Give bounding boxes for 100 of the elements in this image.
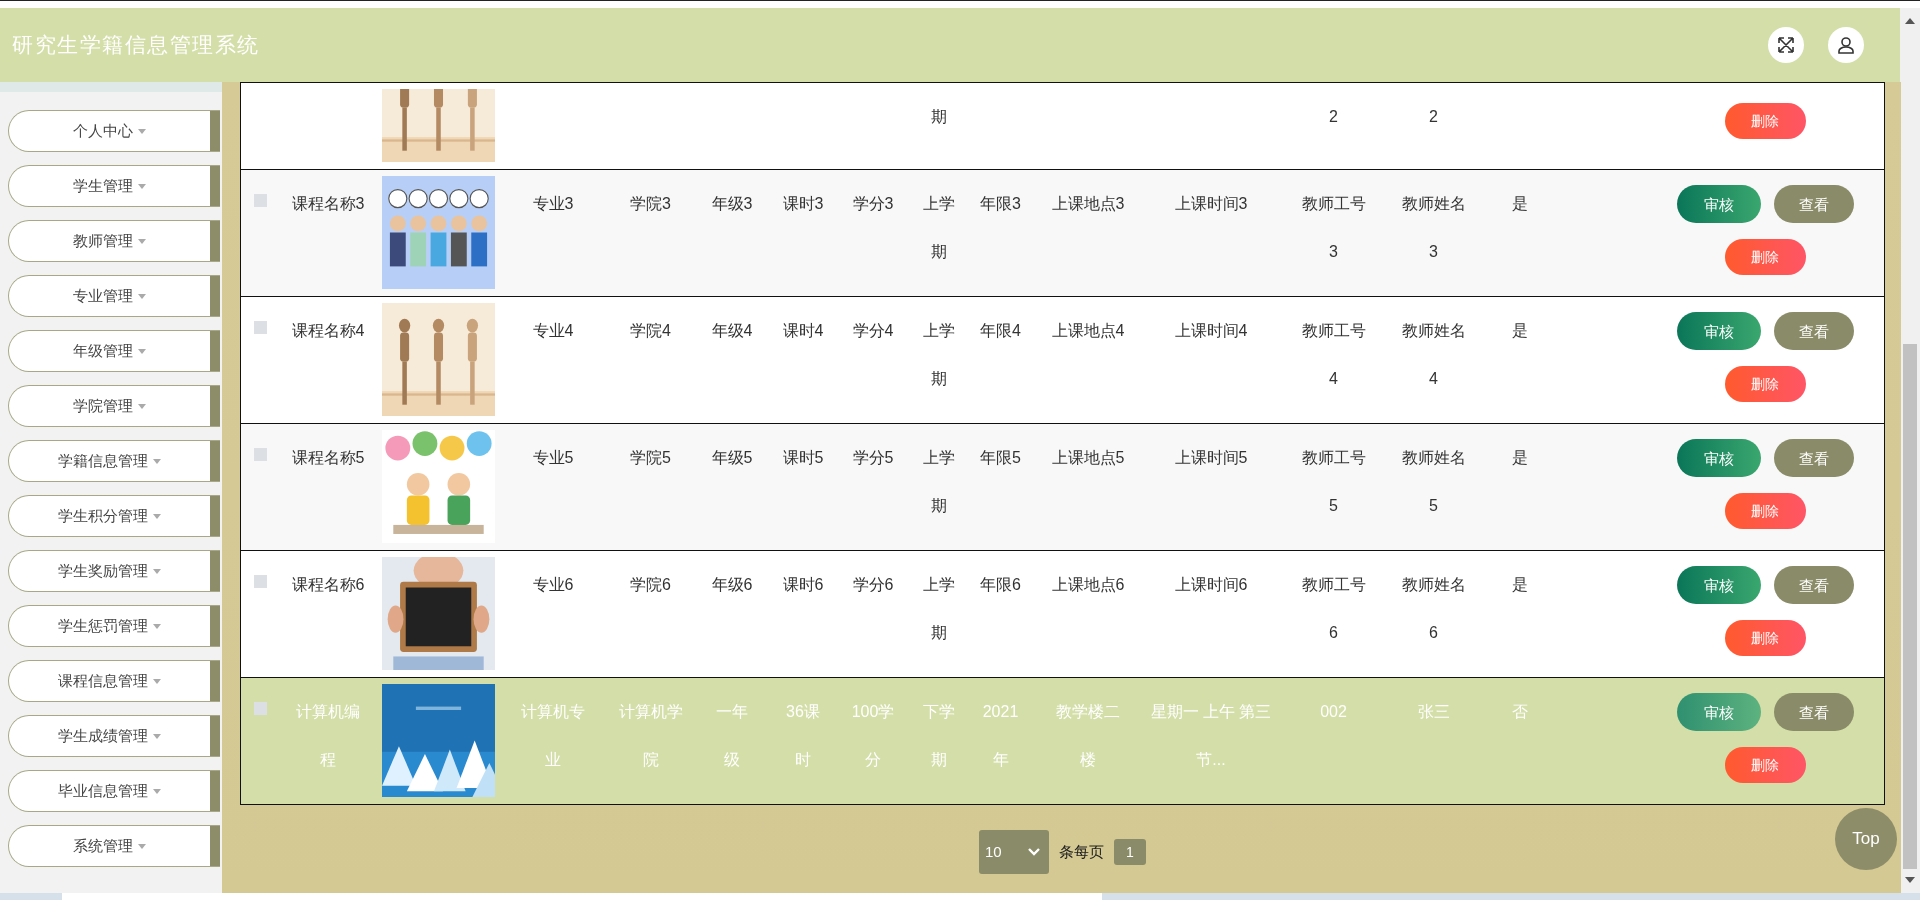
table-cell-text: 教师工号4 [1300,321,1367,389]
sidebar-item[interactable]: 教师管理 [8,220,220,262]
table-cell-text: 专业3 [531,194,575,214]
table-cell-text: 2 [1328,107,1339,127]
approve-button[interactable]: 审核 [1676,693,1761,731]
delete-button[interactable]: 删除 [1724,493,1806,529]
delete-button[interactable]: 删除 [1724,620,1806,656]
sidebar-item[interactable]: 毕业信息管理 [8,770,220,812]
caret-icon [153,623,161,629]
scroll-up-icon[interactable] [1905,18,1915,24]
sidebar-item[interactable]: 学生积分管理 [8,495,220,537]
table-cell-text: 学院4 [629,321,672,341]
approve-button[interactable]: 审核 [1676,312,1761,350]
approve-button[interactable]: 审核 [1676,185,1761,223]
scrollbar-thumb[interactable] [1903,344,1917,869]
row-checkbox[interactable] [254,194,268,207]
table-cell-text: 学分4 [851,321,895,341]
sidebar-item[interactable]: 学生奖励管理 [8,550,220,592]
delete-button[interactable]: 删除 [1724,103,1806,139]
table-cell-text: 教师工号3 [1300,194,1367,262]
row-checkbox[interactable] [254,321,268,334]
table-cell-text: 上课时间3 [1173,194,1249,214]
table-cell-text: 课程名称4 [290,321,366,341]
delete-button[interactable]: 删除 [1724,366,1806,402]
table-cell-text: 上课地点3 [1050,194,1126,214]
table-cell-text: 上课地点4 [1050,321,1126,341]
table-cell-text: 上学期 [921,448,956,516]
table-cell-text: 课程名称3 [290,194,366,214]
view-button[interactable]: 查看 [1773,312,1854,350]
sidebar-item[interactable]: 学籍信息管理 [8,440,220,482]
table-cell-text: 上学期 [921,575,956,643]
table-cell-text: 课时4 [781,321,825,341]
caret-icon [138,293,146,299]
sidebar-item[interactable]: 学生管理 [8,165,220,207]
row-checkbox[interactable] [254,702,268,715]
table-cell-text: 期 [929,107,948,127]
user-icon [1837,36,1855,54]
sidebar-item[interactable]: 课程信息管理 [8,660,220,702]
caret-icon [153,568,161,574]
user-button[interactable] [1828,27,1864,63]
table-cell-text: 2 [1428,107,1439,127]
sidebar-item[interactable]: 专业管理 [8,275,220,317]
table-cell-text: 年限4 [979,321,1022,341]
table-cell-text: 课时3 [781,194,825,214]
table-cell-text: 年级6 [710,575,754,595]
delete-button[interactable]: 删除 [1724,239,1806,275]
table-cell-text: 上课地点5 [1050,448,1126,468]
horizontal-scrollbar[interactable] [62,893,1102,900]
sidebar-item[interactable]: 系统管理 [8,825,220,867]
table-cell-text: 年级3 [710,194,754,214]
caret-icon [138,238,146,244]
table-cell-text: 教师工号6 [1300,575,1367,643]
table-cell-text: 一年级 [715,702,749,770]
table-cell-text: 2021年 [981,702,1020,770]
table-cell-text: 学分6 [851,575,895,595]
table-cell-text: 计算机编程 [295,702,361,770]
view-button[interactable]: 查看 [1773,185,1854,223]
scroll-down-icon[interactable] [1905,877,1915,883]
table-cell-text: 专业6 [531,575,575,595]
scrollbar[interactable] [1900,8,1920,893]
page-button[interactable]: 1 [1114,839,1146,865]
table-cell-text: 学分5 [851,448,895,468]
table-cell-text: 计算机专业 [520,702,586,770]
table-cell-text: 年级5 [710,448,754,468]
table-cell-text: 课时5 [781,448,825,468]
view-button[interactable]: 查看 [1773,439,1854,477]
table-cell-text: 下学期 [921,702,956,770]
sidebar-item[interactable]: 个人中心 [8,110,220,152]
fullscreen-button[interactable] [1768,27,1804,63]
table-cell-text: 上课时间4 [1173,321,1249,341]
row-checkbox[interactable] [254,448,268,461]
caret-icon [138,348,146,354]
table-cell-text: 否 [1510,702,1529,722]
caret-icon [153,788,161,794]
delete-button[interactable]: 删除 [1724,747,1806,783]
view-button[interactable]: 查看 [1773,693,1854,731]
page-size-select[interactable]: 10 [979,830,1049,874]
row-checkbox[interactable] [254,575,268,588]
table-cell-text: 教学楼二楼 [1055,702,1121,770]
table-cell-text: 36课时 [785,702,821,770]
per-page-label: 条每页 [1059,841,1104,862]
table-cell-text: 专业5 [531,448,575,468]
table-cell-text: 100学分 [850,702,896,770]
view-button[interactable]: 查看 [1773,566,1854,604]
sidebar-item[interactable]: 学生惩罚管理 [8,605,220,647]
sidebar-item[interactable]: 年级管理 [8,330,220,372]
approve-button[interactable]: 审核 [1676,439,1761,477]
table-cell-text: 学分3 [851,194,895,214]
sidebar-item[interactable]: 学院管理 [8,385,220,427]
sidebar-item[interactable]: 学生成绩管理 [8,715,220,757]
table-cell-text: 上学期 [921,194,956,262]
table-cell-text: 教师姓名4 [1400,321,1467,389]
caret-icon [138,128,146,134]
table-cell-text: 年级4 [710,321,754,341]
table-cell-text: 教师姓名6 [1400,575,1467,643]
approve-button[interactable]: 审核 [1676,566,1761,604]
table-cell-text: 课程名称6 [290,575,366,595]
table-cell-text: 学院3 [629,194,672,214]
back-to-top-button[interactable]: Top [1835,808,1897,870]
table-cell-text: 张三 [1416,702,1451,722]
